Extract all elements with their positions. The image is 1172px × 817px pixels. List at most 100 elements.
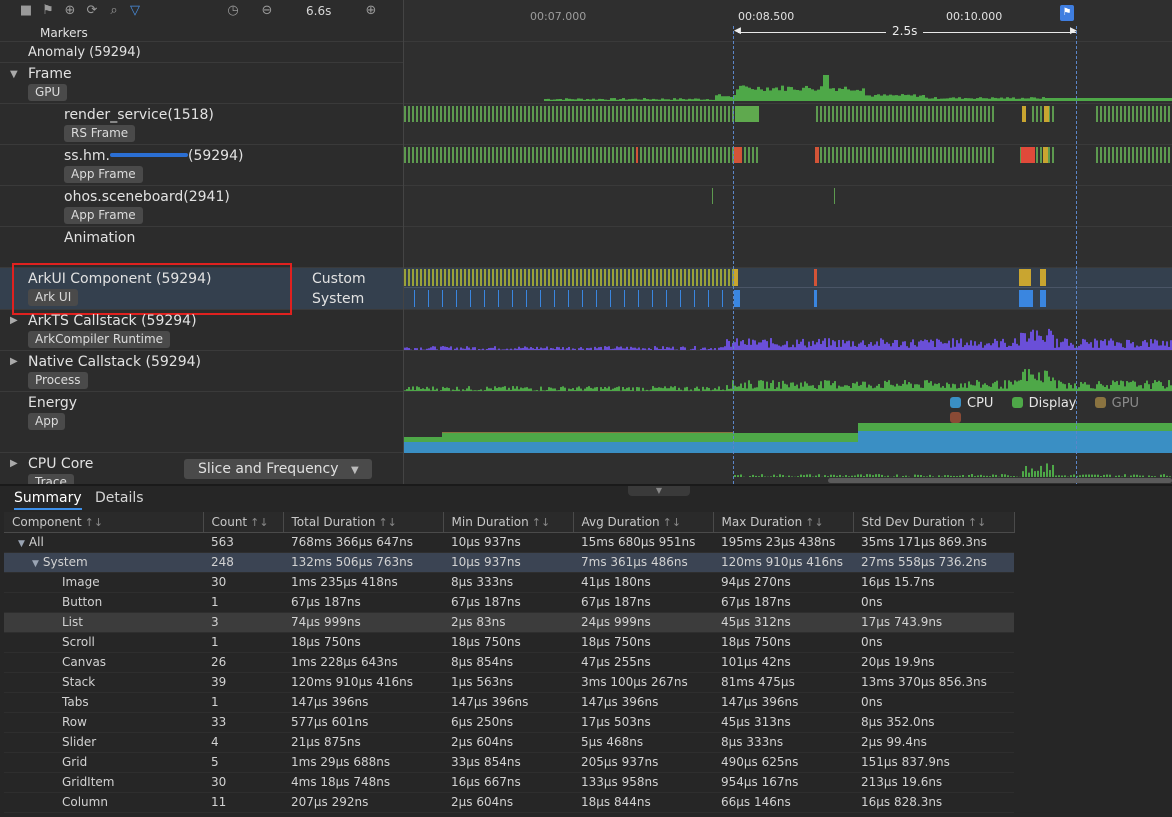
collapse-arrow-icon[interactable]: ▼ bbox=[10, 69, 18, 80]
table-row[interactable]: Row 33 577µs 601ns 6µs 250ns 17µs 503ns 45µs … bbox=[4, 712, 1014, 733]
panel-resize-handle[interactable]: ▼ bbox=[628, 486, 690, 496]
gpu-bar bbox=[997, 98, 1000, 101]
lane-native[interactable]: ▶ Native Callstack (59294) Process bbox=[0, 351, 403, 392]
tab-details[interactable]: Details bbox=[95, 490, 144, 508]
lane-anomaly[interactable]: Anomaly (59294) bbox=[0, 42, 403, 63]
table-row[interactable]: Stack 39 120ms 910µs 416ns 1µs 563ns 3ms 100… bbox=[4, 672, 1014, 693]
slice-frequency-dropdown[interactable]: Slice and Frequency ▼ bbox=[184, 459, 372, 479]
track-arkts[interactable] bbox=[404, 310, 1172, 351]
track-native[interactable] bbox=[404, 351, 1172, 392]
legend-item[interactable]: Display bbox=[1011, 396, 1077, 411]
lane-animation[interactable]: Animation bbox=[0, 227, 403, 268]
call-bar bbox=[666, 388, 668, 391]
call-bar bbox=[890, 384, 892, 391]
table-row[interactable]: Grid 5 1ms 29µs 688ns 33µs 854ns 205µs 937ns… bbox=[4, 752, 1014, 773]
call-bar bbox=[1088, 384, 1090, 391]
table-row[interactable]: Tabs 1 147µs 396ns 147µs 396ns 147µs 396ns 14… bbox=[4, 692, 1014, 713]
track-sceneboard[interactable] bbox=[404, 186, 1172, 227]
call-bar bbox=[1148, 384, 1150, 391]
column-header[interactable]: Max Duration ↑↓ bbox=[713, 512, 854, 533]
add-circle-icon[interactable]: ⊕ bbox=[62, 3, 78, 19]
table-row[interactable]: GridItem 30 4ms 18µs 748ns 16µs 667ns 133µs … bbox=[4, 772, 1014, 793]
track-arkui[interactable] bbox=[404, 268, 1172, 310]
column-header[interactable]: Std Dev Duration ↑↓ bbox=[853, 512, 1015, 533]
call-bar bbox=[994, 338, 996, 350]
call-bar bbox=[750, 344, 752, 350]
tab-summary[interactable]: Summary bbox=[14, 490, 82, 510]
table-row[interactable]: Column 11 207µs 292ns 2µs 604ns 18µs 844ns 66… bbox=[4, 792, 1014, 813]
expand-arrow-icon[interactable]: ▶ bbox=[10, 458, 18, 469]
checkbox-icon[interactable]: ■ bbox=[18, 3, 34, 19]
lane-app[interactable]: ss.hm. (59294) App Frame bbox=[0, 145, 403, 186]
call-bar bbox=[1072, 344, 1074, 350]
legend-item[interactable] bbox=[950, 411, 967, 426]
call-bar bbox=[672, 387, 674, 391]
filter-icon[interactable]: ▽ bbox=[127, 3, 143, 19]
frame-tick bbox=[940, 106, 942, 122]
time-ruler[interactable]: 00:07.000 00:08.500 00:10.000 ⚑ ◀ ▶ 2.5s bbox=[404, 0, 1172, 42]
call-bar bbox=[542, 390, 544, 391]
frame-tick bbox=[548, 106, 550, 122]
frame-tick bbox=[484, 106, 486, 122]
column-header[interactable]: Total Duration ↑↓ bbox=[283, 512, 444, 533]
table-row[interactable]: List 3 74µs 999ns 2µs 83ns 24µs 999ns 45µs 31… bbox=[4, 612, 1014, 633]
frame-tick bbox=[964, 147, 966, 163]
gpu-bar bbox=[1099, 98, 1102, 101]
call-bar bbox=[848, 386, 850, 391]
legend-item[interactable]: CPU bbox=[950, 396, 993, 411]
lane-arkts[interactable]: ▶ ArkTS Callstack (59294) ArkCompiler Ru… bbox=[0, 310, 403, 351]
track-frame[interactable] bbox=[404, 63, 1172, 104]
table-row[interactable]: Scroll 1 18µs 750ns 18µs 750ns 18µs 750ns 18µ… bbox=[4, 632, 1014, 653]
expand-arrow-icon[interactable]: ▶ bbox=[10, 315, 18, 326]
track-render-service[interactable] bbox=[404, 104, 1172, 145]
track-animation[interactable] bbox=[404, 227, 1172, 268]
gpu-bar bbox=[547, 98, 550, 101]
call-bar bbox=[1082, 383, 1084, 391]
lane-sceneboard[interactable]: ohos.sceneboard(2941) App Frame bbox=[0, 186, 403, 227]
track-app[interactable] bbox=[404, 145, 1172, 186]
flag-icon[interactable]: ⚑ bbox=[40, 3, 56, 19]
track-area[interactable]: 00:07.000 00:08.500 00:10.000 ⚑ ◀ ▶ 2.5s bbox=[404, 0, 1172, 484]
expand-arrow-icon[interactable]: ▶ bbox=[10, 356, 18, 367]
legend-item[interactable]: GPU bbox=[1094, 396, 1139, 411]
search-icon[interactable]: ⌕ bbox=[106, 3, 122, 19]
frame-tick bbox=[684, 106, 686, 122]
table-row[interactable]: ▼ System 248 132ms 506µs 763ns 10µs 937ns 7ms… bbox=[4, 552, 1014, 573]
gpu-bar bbox=[559, 98, 562, 101]
column-header[interactable]: Component ↑↓ bbox=[4, 512, 204, 533]
column-header[interactable]: Min Duration ↑↓ bbox=[443, 512, 574, 533]
table-row[interactable]: Canvas 26 1ms 228µs 643ns 8µs 854ns 47µs 255… bbox=[4, 652, 1014, 673]
custom-tick bbox=[452, 269, 454, 286]
table-row[interactable]: Slider 4 21µs 875ns 2µs 604ns 5µs 468ns 8µs 3… bbox=[4, 732, 1014, 753]
frame-tick bbox=[640, 147, 642, 163]
refresh-add-icon[interactable]: ⟳ bbox=[84, 3, 100, 19]
lane-energy[interactable]: Energy App bbox=[0, 392, 403, 453]
frame-tick bbox=[904, 147, 906, 163]
frame-tick bbox=[932, 106, 934, 122]
clock-icon[interactable]: ◷ bbox=[225, 3, 241, 19]
lane-frame[interactable]: ▼ Frame GPU bbox=[0, 63, 403, 104]
horizontal-scrollbar[interactable] bbox=[828, 478, 1172, 483]
expand-arrow-icon[interactable]: ▼ bbox=[32, 559, 39, 569]
custom-block bbox=[814, 269, 817, 286]
cpu-bar bbox=[779, 474, 781, 477]
frame-tick bbox=[712, 188, 713, 204]
column-header[interactable]: Avg Duration ↑↓ bbox=[573, 512, 714, 533]
zoom-in-icon[interactable]: ⊕ bbox=[363, 3, 379, 19]
lane-render-service[interactable]: render_service(1518) RS Frame bbox=[0, 104, 403, 145]
gpu-bar bbox=[973, 98, 976, 101]
table-row[interactable]: ▼ All 563 768ms 366µs 647ns 10µs 937ns 15ms 6… bbox=[4, 532, 1014, 553]
call-bar bbox=[784, 383, 786, 391]
gpu-bar bbox=[739, 85, 742, 101]
call-bar bbox=[480, 389, 482, 391]
table-row[interactable]: Image 30 1ms 235µs 418ns 8µs 333ns 41µs 180n… bbox=[4, 572, 1014, 593]
lane-markers[interactable]: Markers bbox=[0, 24, 403, 42]
flag-marker-icon[interactable]: ⚑ bbox=[1060, 5, 1074, 21]
cpu-bar bbox=[1064, 475, 1066, 477]
call-bar bbox=[668, 347, 670, 350]
column-header[interactable]: Count ↑↓ bbox=[203, 512, 284, 533]
zoom-out-icon[interactable]: ⊖ bbox=[259, 3, 275, 19]
expand-arrow-icon[interactable]: ▼ bbox=[18, 539, 25, 549]
call-bar bbox=[670, 348, 672, 350]
table-row[interactable]: Button 1 67µs 187ns 67µs 187ns 67µs 187ns 67µ… bbox=[4, 592, 1014, 613]
